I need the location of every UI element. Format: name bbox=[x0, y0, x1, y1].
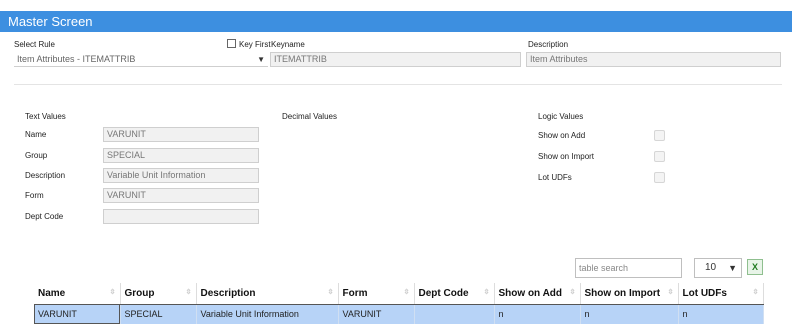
name-label: Name bbox=[25, 130, 47, 139]
cell-show-on-add[interactable]: n bbox=[494, 304, 581, 324]
name-field[interactable]: VARUNIT bbox=[103, 127, 259, 142]
form-field[interactable]: VARUNIT bbox=[103, 188, 259, 203]
excel-export-icon[interactable]: X bbox=[747, 259, 763, 275]
page-size-value: 10 bbox=[705, 262, 717, 273]
sort-icon: ⇳ bbox=[327, 289, 334, 296]
cell-show-on-import[interactable]: n bbox=[580, 304, 679, 324]
cell-lot-udfs[interactable]: n bbox=[678, 304, 764, 324]
table-row[interactable]: VARUNIT SPECIAL Variable Unit Informatio… bbox=[34, 304, 764, 324]
description-field[interactable]: Item Attributes bbox=[526, 52, 781, 67]
logic-values-title: Logic Values bbox=[538, 112, 584, 121]
column-header-name[interactable]: Name ⇳ bbox=[34, 283, 121, 305]
text-description-label: Description bbox=[25, 171, 66, 180]
sort-icon: ⇳ bbox=[667, 289, 674, 296]
description-label: Description bbox=[528, 40, 569, 49]
sort-icon: ⇳ bbox=[109, 289, 116, 296]
keyname-label: Keyname bbox=[271, 40, 305, 49]
table-search-input[interactable]: table search bbox=[575, 258, 682, 278]
show-on-import-checkbox[interactable] bbox=[654, 151, 665, 162]
page-size-select[interactable]: 10 ▼ bbox=[694, 258, 742, 278]
column-header-show-on-add[interactable]: Show on Add ⇳ bbox=[494, 283, 581, 305]
dept-code-label: Dept Code bbox=[25, 212, 64, 221]
sort-icon: ⇳ bbox=[403, 289, 410, 296]
show-on-add-checkbox[interactable] bbox=[654, 130, 665, 141]
lot-udfs-checkbox[interactable] bbox=[654, 172, 665, 183]
text-values-title: Text Values bbox=[25, 112, 66, 121]
sort-icon: ⇳ bbox=[752, 289, 759, 296]
cell-description[interactable]: Variable Unit Information bbox=[196, 304, 339, 324]
data-table: Name ⇳ Group ⇳ Description ⇳ Form ⇳ Dept Cod… bbox=[34, 283, 764, 324]
chevron-down-icon: ▼ bbox=[257, 55, 265, 64]
table-header-row: Name ⇳ Group ⇳ Description ⇳ Form ⇳ Dept Cod… bbox=[34, 283, 764, 305]
key-first-label: Key First bbox=[239, 40, 271, 49]
form-label: Form bbox=[25, 191, 44, 200]
dept-code-field[interactable] bbox=[103, 209, 259, 224]
column-header-description[interactable]: Description ⇳ bbox=[196, 283, 339, 305]
chevron-down-icon: ▼ bbox=[728, 263, 737, 273]
column-header-form[interactable]: Form ⇳ bbox=[338, 283, 415, 305]
decimal-values-title: Decimal Values bbox=[282, 112, 337, 121]
select-rule-value: Item Attributes - ITEMATTRIB bbox=[17, 54, 136, 64]
sort-icon: ⇳ bbox=[185, 289, 192, 296]
sort-icon: ⇳ bbox=[569, 289, 576, 296]
key-first-checkbox[interactable] bbox=[227, 39, 236, 48]
column-header-show-on-import[interactable]: Show on Import ⇳ bbox=[580, 283, 679, 305]
sort-icon: ⇳ bbox=[483, 289, 490, 296]
group-label: Group bbox=[25, 151, 48, 160]
cell-dept-code[interactable] bbox=[414, 304, 495, 324]
column-header-dept-code[interactable]: Dept Code ⇳ bbox=[414, 283, 495, 305]
cell-group[interactable]: SPECIAL bbox=[120, 304, 197, 324]
lot-udfs-label: Lot UDFs bbox=[538, 173, 572, 182]
text-description-field[interactable]: Variable Unit Information bbox=[103, 168, 259, 183]
show-on-add-label: Show on Add bbox=[538, 131, 586, 140]
section-divider bbox=[14, 84, 782, 85]
keyname-field[interactable]: ITEMATTRIB bbox=[270, 52, 521, 67]
column-header-lot-udfs[interactable]: Lot UDFs ⇳ bbox=[678, 283, 764, 305]
group-field[interactable]: SPECIAL bbox=[103, 148, 259, 163]
cell-name[interactable]: VARUNIT bbox=[34, 304, 121, 324]
master-screen-header: Master Screen bbox=[0, 11, 792, 32]
page-title: Master Screen bbox=[8, 14, 93, 29]
cell-form[interactable]: VARUNIT bbox=[338, 304, 415, 324]
select-rule-label: Select Rule bbox=[14, 40, 55, 49]
select-rule-dropdown[interactable]: Item Attributes - ITEMATTRIB ▼ bbox=[14, 52, 268, 67]
column-header-group[interactable]: Group ⇳ bbox=[120, 283, 197, 305]
show-on-import-label: Show on Import bbox=[538, 152, 595, 161]
